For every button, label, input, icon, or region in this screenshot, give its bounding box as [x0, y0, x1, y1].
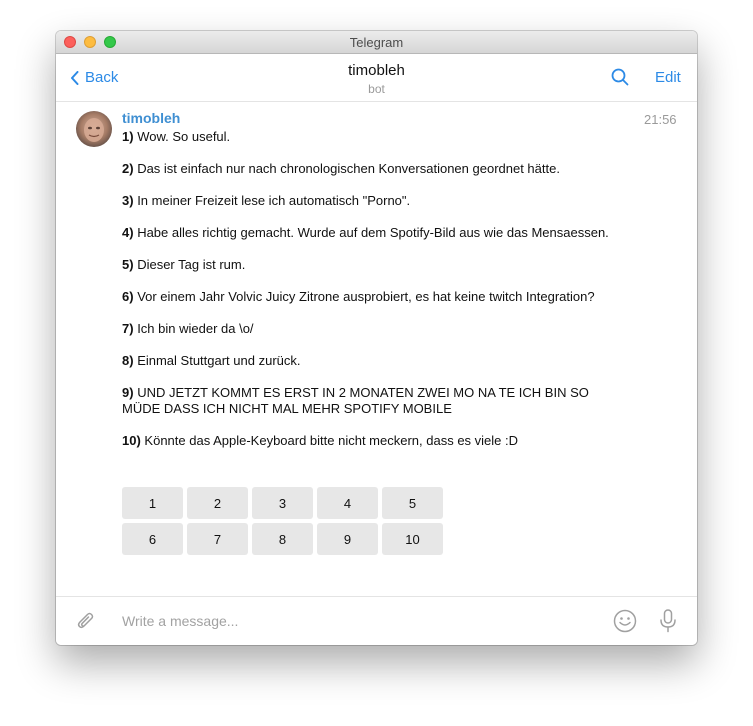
list-item: 5) Dieser Tag ist rum. — [122, 257, 622, 273]
keyboard-button-7[interactable]: 7 — [187, 523, 248, 555]
keyboard-button-3[interactable]: 3 — [252, 487, 313, 519]
item-number: 9) — [122, 385, 134, 400]
item-number: 10) — [122, 433, 141, 448]
item-number: 7) — [122, 321, 134, 336]
chat-title: timobleh — [348, 62, 405, 79]
search-icon — [611, 68, 629, 86]
keyboard-button-1[interactable]: 1 — [122, 487, 183, 519]
smiley-icon — [613, 609, 637, 633]
chat-header: Back timobleh bot Edit — [56, 54, 697, 102]
list-item: 10) Könnte das Apple-Keyboard bitte nich… — [122, 433, 622, 449]
window-title: Telegram — [349, 35, 404, 50]
item-number: 2) — [122, 161, 134, 176]
item-text: Vor einem Jahr Volvic Juicy Zitrone ausp… — [137, 289, 595, 304]
chat-subtitle: bot — [368, 82, 385, 96]
item-text: Das ist einfach nur nach chronologischen… — [137, 161, 560, 176]
telegram-window: Telegram Back timobleh bot Edit timobleh… — [56, 31, 697, 645]
item-text: Dieser Tag ist rum. — [137, 257, 246, 272]
item-number: 1) — [122, 129, 134, 144]
message-composer — [56, 596, 697, 645]
keyboard-button-6[interactable]: 6 — [122, 523, 183, 555]
message-time: 21:56 — [644, 112, 677, 127]
keyboard-row: 6 7 8 9 10 — [122, 523, 447, 555]
list-item: 3) In meiner Freizeit lese ich automatis… — [122, 193, 622, 209]
title-bar: Telegram — [56, 31, 697, 54]
bot-keyboard: 1 2 3 4 5 6 7 8 9 10 — [122, 487, 447, 559]
message-sender[interactable]: timobleh — [122, 110, 180, 126]
item-text: Habe alles richtig gemacht. Wurde auf de… — [137, 225, 609, 240]
voice-message-button[interactable] — [659, 609, 677, 638]
item-number: 6) — [122, 289, 134, 304]
list-item: 2) Das ist einfach nur nach chronologisc… — [122, 161, 622, 177]
microphone-icon — [660, 609, 676, 633]
attach-button[interactable] — [76, 610, 96, 637]
list-item: 4) Habe alles richtig gemacht. Wurde auf… — [122, 225, 622, 241]
list-item: 7) Ich bin wieder da \o/ — [122, 321, 622, 337]
keyboard-button-9[interactable]: 9 — [317, 523, 378, 555]
list-item: 8) Einmal Stuttgart und zurück. — [122, 353, 622, 369]
keyboard-button-10[interactable]: 10 — [382, 523, 443, 555]
edit-button[interactable]: Edit — [655, 69, 681, 86]
keyboard-button-8[interactable]: 8 — [252, 523, 313, 555]
item-number: 8) — [122, 353, 134, 368]
message-text: 1) Wow. So useful. 2) Das ist einfach nu… — [122, 129, 622, 465]
keyboard-button-2[interactable]: 2 — [187, 487, 248, 519]
message-input[interactable] — [122, 609, 592, 633]
avatar[interactable] — [76, 111, 112, 147]
item-number: 3) — [122, 193, 134, 208]
emoji-button[interactable] — [613, 609, 637, 638]
item-text: Ich bin wieder da \o/ — [137, 321, 254, 336]
list-item: 1) Wow. So useful. — [122, 129, 622, 145]
search-button[interactable] — [611, 68, 629, 91]
list-item: 9) UND JETZT KOMMT ES ERST IN 2 MONATEN … — [122, 385, 622, 417]
item-number: 4) — [122, 225, 134, 240]
keyboard-row: 1 2 3 4 5 — [122, 487, 447, 519]
item-number: 5) — [122, 257, 134, 272]
list-item: 6) Vor einem Jahr Volvic Juicy Zitrone a… — [122, 289, 622, 305]
item-text: UND JETZT KOMMT ES ERST IN 2 MONATEN ZWE… — [122, 385, 589, 416]
paperclip-icon — [77, 612, 94, 629]
item-text: Könnte das Apple-Keyboard bitte nicht me… — [144, 433, 519, 448]
item-text: Einmal Stuttgart und zurück. — [137, 353, 301, 368]
item-text: Wow. So useful. — [137, 129, 231, 144]
keyboard-button-4[interactable]: 4 — [317, 487, 378, 519]
item-text: In meiner Freizeit lese ich automatisch … — [137, 193, 411, 208]
keyboard-button-5[interactable]: 5 — [382, 487, 443, 519]
